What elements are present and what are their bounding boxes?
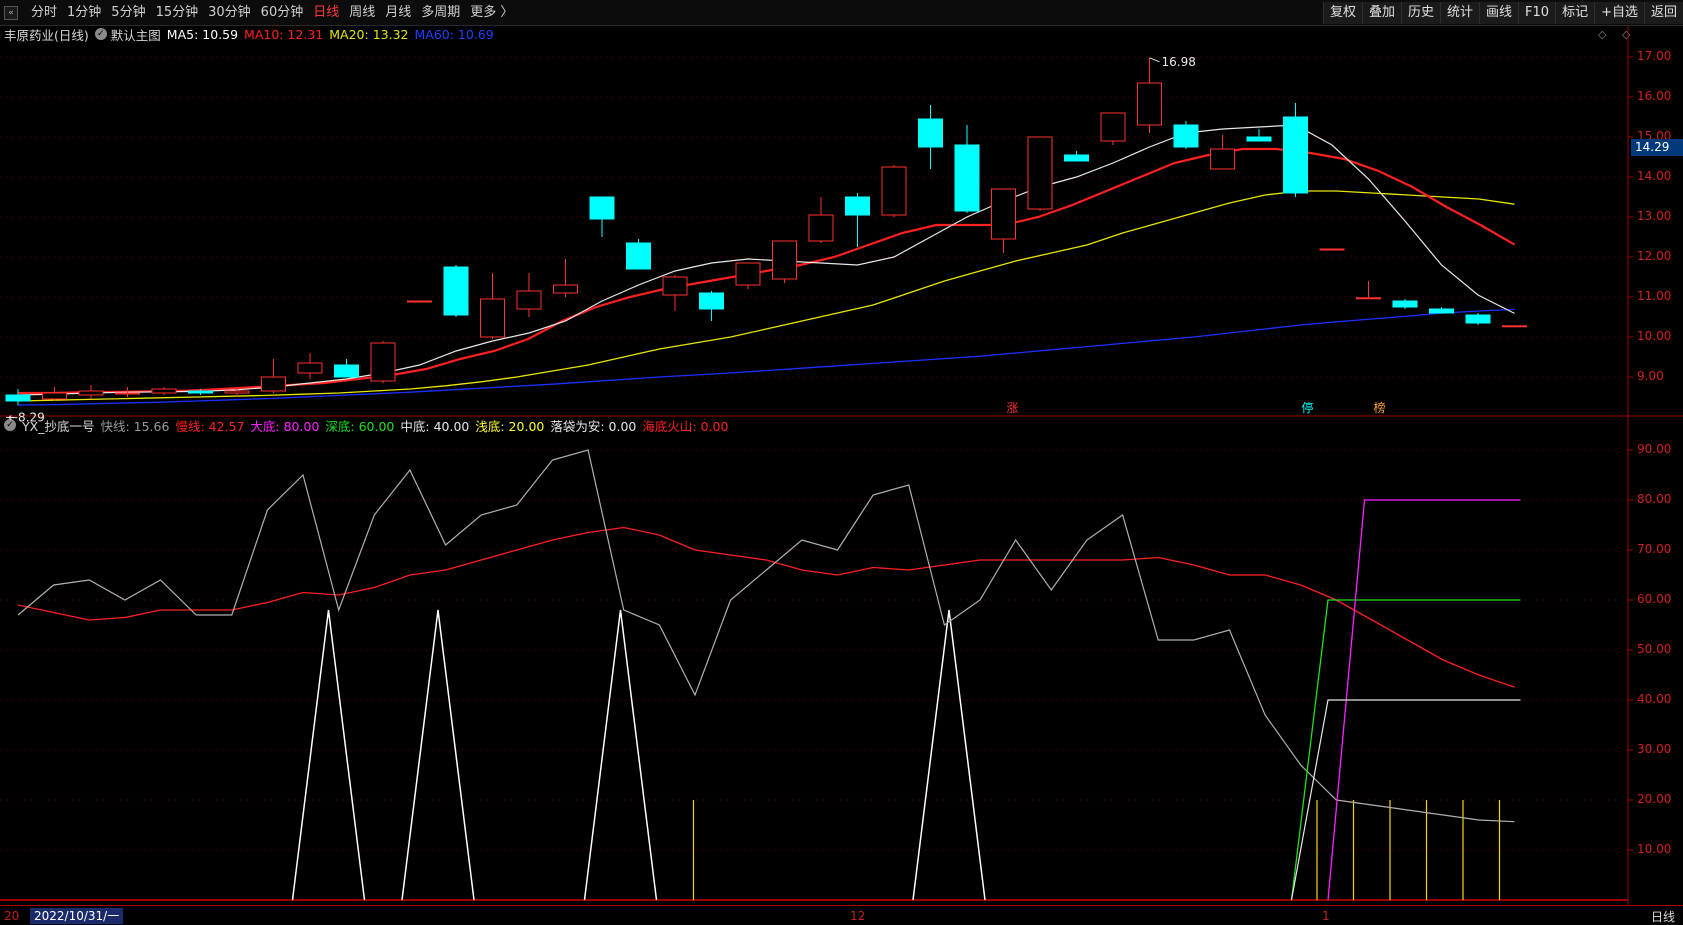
event-marker: 涨: [1007, 400, 1019, 415]
candle-body: [589, 196, 615, 220]
candle-body: [407, 300, 432, 303]
price-axis-label: 17.00: [1637, 49, 1672, 63]
candle-body: [1173, 124, 1199, 148]
candle-body: [261, 376, 286, 392]
indicator-axis-label: 10.00: [1637, 842, 1672, 856]
high-arrow: [1149, 57, 1160, 63]
spike-signal: [583, 609, 658, 901]
candle-body: [224, 390, 250, 394]
candle-body: [443, 266, 469, 316]
date-cursor: 2022/10/31/一: [30, 908, 124, 924]
candle-body: [297, 362, 323, 374]
spike-signal: [912, 609, 986, 901]
candle-body: [626, 242, 651, 270]
candle-body: [553, 284, 578, 294]
spike-signal: [291, 609, 366, 901]
high-label: 16.98: [1162, 55, 1196, 69]
candle-body: [772, 240, 797, 280]
kline-chart[interactable]: 16.98 ←8.29 涨 停 榜: [0, 0, 1683, 905]
fast-line: [17, 449, 1515, 823]
candle-body: [1210, 148, 1235, 170]
candle-body: [42, 392, 67, 400]
candle-body: [1429, 308, 1454, 314]
indicator-axis-label: 40.00: [1637, 692, 1672, 706]
candle-body: [1064, 154, 1089, 162]
candle-body: [699, 292, 724, 310]
candle-body: [1356, 297, 1381, 300]
candle-body: [808, 214, 834, 242]
spike-signal: [401, 609, 475, 901]
candle-body: [151, 388, 177, 394]
indicator-axis-label: 20.00: [1637, 792, 1672, 806]
candle-body: [1027, 136, 1053, 210]
date-bar: 20 2022/10/31/一 12 1 日线: [0, 905, 1683, 925]
candle-body: [918, 118, 943, 148]
price-axis-label: 16.00: [1637, 89, 1672, 103]
candle-body: [1465, 314, 1491, 324]
candle-body: [1283, 116, 1308, 194]
candle-body: [1137, 82, 1162, 126]
event-marker: 停: [1302, 400, 1314, 415]
date-tick-right: 1: [1322, 909, 1330, 923]
slow-line: [17, 526, 1515, 688]
candle-body: [954, 144, 980, 212]
candle-body: [115, 392, 140, 395]
price-axis-label: 11.00: [1637, 289, 1672, 303]
candle-body: [188, 390, 213, 394]
indicator-axis-label: 70.00: [1637, 542, 1672, 556]
candle-body: [370, 342, 396, 382]
candle-body: [5, 394, 31, 402]
candle-body: [1319, 248, 1345, 251]
candle-body: [1100, 112, 1126, 142]
candle-body: [991, 188, 1016, 240]
candle-body: [1392, 300, 1418, 308]
candle-body: [881, 166, 907, 216]
last-price-tag: 14.29: [1631, 139, 1683, 156]
candle-body: [1502, 325, 1527, 328]
candle-body: [334, 364, 359, 378]
event-marker: 榜: [1374, 400, 1386, 415]
ma20-line: [17, 190, 1515, 402]
price-axis-label: 12.00: [1637, 249, 1672, 263]
period-indicator[interactable]: 日线: [1651, 908, 1675, 925]
indicator-axis-label: 60.00: [1637, 592, 1672, 606]
candle-body: [662, 276, 688, 296]
indicator-axis-label: 30.00: [1637, 742, 1672, 756]
candle-body: [480, 298, 505, 338]
low-label: ←8.29: [8, 410, 45, 424]
candle-body: [735, 262, 761, 286]
price-axis-label: 14.00: [1637, 169, 1672, 183]
candle-body: [1246, 136, 1272, 142]
candle-body: [78, 390, 104, 396]
indicator-axis-label: 80.00: [1637, 492, 1672, 506]
date-tick-left: 20: [4, 909, 20, 923]
price-axis-label: 9.00: [1637, 369, 1664, 383]
candle-body: [516, 290, 542, 310]
date-tick-mid: 12: [850, 909, 866, 923]
price-axis-label: 10.00: [1637, 329, 1672, 343]
indicator-axis-label: 50.00: [1637, 642, 1672, 656]
indicator-axis-label: 90.00: [1637, 442, 1672, 456]
price-axis-label: 13.00: [1637, 209, 1672, 223]
candle-body: [845, 196, 870, 216]
